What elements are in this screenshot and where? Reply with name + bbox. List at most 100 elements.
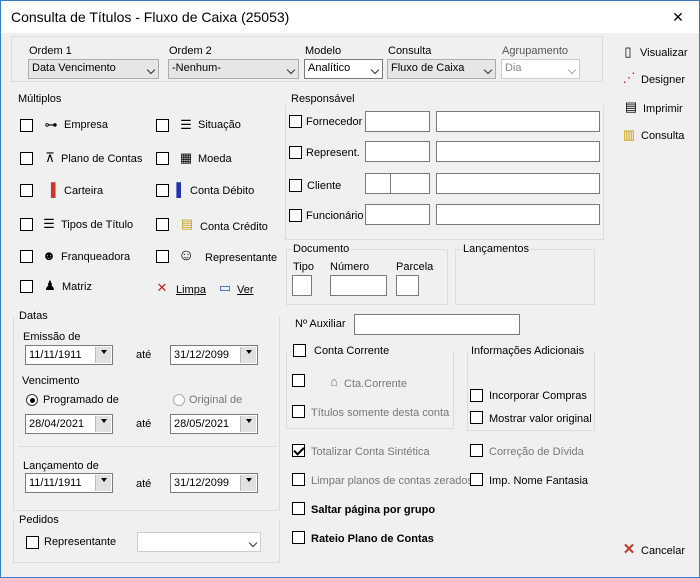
documento-label: Documento bbox=[292, 243, 351, 255]
cta-corrente-checkbox[interactable] bbox=[292, 374, 305, 387]
cliente-name-input[interactable] bbox=[436, 173, 600, 194]
plano-label: Plano de Contas bbox=[61, 153, 143, 165]
fornecedor-name-input[interactable] bbox=[436, 111, 600, 132]
auxiliar-label: Nº Auxiliar bbox=[295, 318, 346, 330]
tipos-checkbox[interactable] bbox=[20, 218, 33, 231]
funcionario-checkbox[interactable] bbox=[289, 209, 302, 222]
calendar-dropdown-icon[interactable] bbox=[240, 475, 256, 491]
conta-debito-checkbox[interactable] bbox=[156, 184, 169, 197]
cliente-label: Cliente bbox=[307, 180, 342, 192]
agrupamento-label: Agrupamento bbox=[502, 45, 569, 57]
imprimir-button[interactable]: Imprimir bbox=[643, 103, 683, 115]
empresa-checkbox[interactable] bbox=[20, 119, 33, 132]
venc-de-date[interactable]: 28/04/2021 bbox=[25, 414, 113, 434]
clear-x-icon[interactable]: ✕ bbox=[154, 281, 170, 295]
situacao-checkbox[interactable] bbox=[156, 119, 169, 132]
programado-label: Programado de bbox=[43, 394, 119, 406]
ordem2-label: Ordem 2 bbox=[169, 45, 212, 57]
designer-button[interactable]: Designer bbox=[641, 74, 685, 86]
visualizar-button[interactable]: Visualizar bbox=[640, 47, 688, 59]
ate-label: até bbox=[136, 478, 152, 490]
represent-checkbox[interactable] bbox=[289, 146, 302, 159]
modelo-select[interactable]: Analítico bbox=[304, 59, 383, 79]
cliente-checkbox[interactable] bbox=[289, 179, 302, 192]
cta-corrente-label: Cta.Corrente bbox=[344, 378, 407, 390]
calendar-dropdown-icon[interactable] bbox=[240, 347, 256, 363]
funcionario-name-input[interactable] bbox=[436, 204, 600, 225]
original-radio[interactable] bbox=[173, 394, 185, 406]
programado-radio[interactable] bbox=[26, 394, 38, 406]
somente-checkbox[interactable] bbox=[292, 405, 305, 418]
conta-corrente-checkbox[interactable] bbox=[293, 344, 306, 357]
fornecedor-checkbox[interactable] bbox=[289, 115, 302, 128]
limpa-link[interactable]: Limpa bbox=[176, 284, 206, 296]
carteira-label: Carteira bbox=[64, 185, 104, 197]
cliente-code-input[interactable] bbox=[390, 173, 430, 194]
cancelar-button[interactable]: Cancelar bbox=[641, 545, 685, 557]
title-bar: Consulta de Títulos - Fluxo de Caixa (25… bbox=[1, 1, 699, 33]
auxiliar-input[interactable] bbox=[354, 314, 520, 335]
venc-ate-value: 28/05/2021 bbox=[174, 418, 230, 430]
represent-code-input[interactable] bbox=[365, 141, 430, 162]
close-button[interactable]: ✕ bbox=[671, 10, 685, 24]
carteira-checkbox[interactable] bbox=[20, 184, 33, 197]
pedidos-label: Pedidos bbox=[19, 514, 59, 526]
plano-checkbox[interactable] bbox=[20, 152, 33, 165]
ordem2-select[interactable]: -Nenhum- bbox=[168, 59, 299, 79]
ordem1-value: Data Vencimento bbox=[32, 62, 116, 74]
tipo-input[interactable] bbox=[292, 275, 312, 296]
emissao-ate-date[interactable]: 31/12/2099 bbox=[170, 345, 258, 365]
venc-ate-date[interactable]: 28/05/2021 bbox=[170, 414, 258, 434]
ordem2-value: -Nenhum- bbox=[172, 62, 221, 74]
moeda-label: Moeda bbox=[198, 153, 232, 165]
pedidos-representante-select[interactable] bbox=[137, 532, 261, 552]
rateio-checkbox[interactable] bbox=[292, 531, 305, 544]
parcela-input[interactable] bbox=[396, 275, 419, 296]
ordem1-select[interactable]: Data Vencimento bbox=[28, 59, 159, 79]
info-label: Informações Adicionais bbox=[471, 345, 585, 357]
calendar-dropdown-icon[interactable] bbox=[95, 475, 111, 491]
franqueadora-checkbox[interactable] bbox=[20, 250, 33, 263]
numero-input[interactable] bbox=[330, 275, 387, 296]
calendar-dropdown-icon[interactable] bbox=[240, 416, 256, 432]
conta-credito-checkbox[interactable] bbox=[156, 218, 169, 231]
incorporar-checkbox[interactable] bbox=[470, 389, 483, 402]
representante-checkbox[interactable] bbox=[156, 250, 169, 263]
franqueadora-label: Franqueadora bbox=[61, 251, 131, 263]
rateio-label: Rateio Plano de Contas bbox=[311, 533, 434, 545]
lanc-ate-date[interactable]: 31/12/2099 bbox=[170, 473, 258, 493]
limpar-label: Limpar planos de contas zerados bbox=[311, 475, 474, 487]
ver-link[interactable]: Ver bbox=[237, 284, 254, 296]
calendar-dropdown-icon[interactable] bbox=[95, 416, 111, 432]
funcionario-code-input[interactable] bbox=[365, 204, 430, 225]
cliente-prefix-input[interactable] bbox=[365, 173, 391, 194]
empresa-label: Empresa bbox=[64, 119, 109, 131]
fornecedor-code-input[interactable] bbox=[365, 111, 430, 132]
limpar-checkbox[interactable] bbox=[292, 473, 305, 486]
represent-label: Represent. bbox=[306, 147, 360, 159]
parcela-label: Parcela bbox=[396, 261, 434, 273]
mostrar-checkbox[interactable] bbox=[470, 411, 483, 424]
correcao-checkbox[interactable] bbox=[470, 444, 483, 457]
saltar-checkbox[interactable] bbox=[292, 502, 305, 515]
pedidos-representante-checkbox[interactable] bbox=[26, 536, 39, 549]
chart-icon: ▥ bbox=[622, 127, 636, 142]
lanc-de-date[interactable]: 11/11/1911 bbox=[25, 473, 113, 493]
agrupamento-select[interactable]: Dia bbox=[501, 59, 580, 79]
matriz-checkbox[interactable] bbox=[20, 280, 33, 293]
calendar-dropdown-icon[interactable] bbox=[95, 347, 111, 363]
totalizar-checkbox[interactable] bbox=[292, 444, 305, 457]
consulta-button[interactable]: Consulta bbox=[641, 130, 684, 142]
lancamentos-group bbox=[455, 249, 595, 305]
imp-nome-checkbox[interactable] bbox=[470, 473, 483, 486]
moeda-checkbox[interactable] bbox=[156, 152, 169, 165]
represent-name-input[interactable] bbox=[436, 141, 600, 162]
person-icon: ♟ bbox=[44, 278, 56, 293]
chevron-down-icon bbox=[370, 65, 380, 75]
consulta-select[interactable]: Fluxo de Caixa bbox=[387, 59, 496, 79]
emissao-label: Emissão de bbox=[23, 331, 81, 343]
conta-corrente-label: Conta Corrente bbox=[314, 345, 390, 357]
emissao-de-date[interactable]: 11/11/1911 bbox=[25, 345, 113, 365]
designer-icon: ⋰ bbox=[622, 70, 636, 85]
lancamentos-label: Lançamentos bbox=[462, 243, 531, 255]
